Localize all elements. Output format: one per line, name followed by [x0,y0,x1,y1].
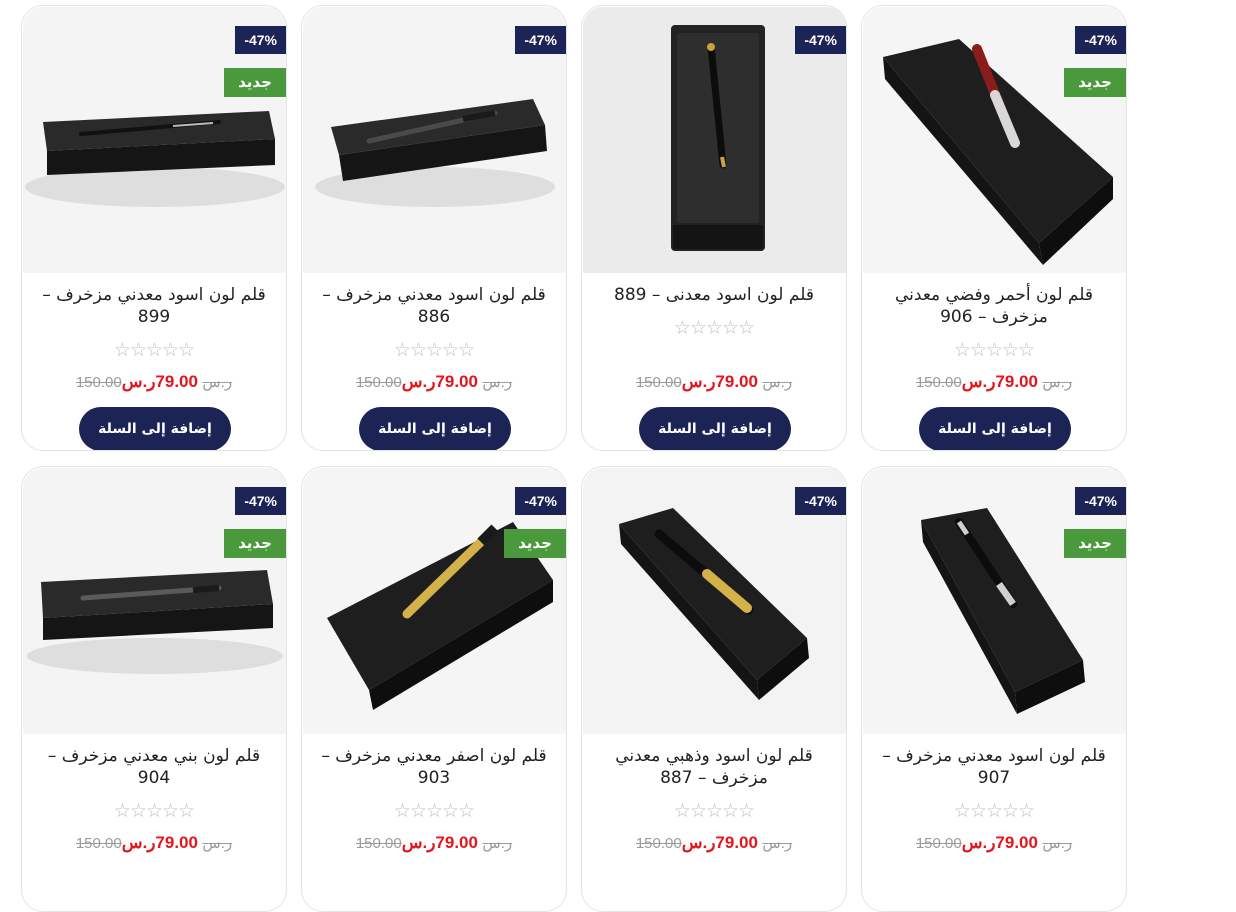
current-price: 79.00ر.س [121,372,198,391]
add-to-cart-button[interactable]: إضافة إلى السلة [639,407,791,450]
discount-badge: -47% [1075,26,1126,54]
product-title[interactable]: قلم لون اسود معدني مزخرف – 907 [870,745,1118,789]
new-badge: جديد [1064,68,1126,97]
product-card[interactable]: -47% جديد قلم لون أحمر وفضي معدني مزخرف … [861,5,1127,451]
current-price: 79.00ر.س [401,372,478,391]
rating-stars: ☆☆☆☆☆ [673,800,755,822]
discount-badge: -47% [515,487,566,515]
rating-stars: ☆☆☆☆☆ [953,339,1035,361]
product-title[interactable]: قلم لون اصفر معدني مزخرف – 903 [310,745,558,789]
discount-badge: -47% [235,487,286,515]
current-price: 79.00ر.س [121,833,198,852]
add-to-cart-button[interactable]: إضافة إلى السلة [79,407,231,450]
current-price: 79.00ر.س [401,833,478,852]
current-price: 79.00ر.س [681,833,758,852]
rating-stars: ☆☆☆☆☆ [113,339,195,361]
new-badge: جديد [504,529,566,558]
discount-badge: -47% [795,26,846,54]
new-badge: جديد [1064,529,1126,558]
rating-stars: ☆☆☆☆☆ [953,800,1035,822]
rating-stars: ☆☆☆☆☆ [393,800,475,822]
current-price: 79.00ر.س [961,833,1038,852]
current-price: 79.00ر.س [961,372,1038,391]
discount-badge: -47% [795,487,846,515]
product-card[interactable]: -47% قلم لون اسود وذهبي معدني مزخرف – 88… [581,466,847,912]
product-card[interactable]: -47% جديد قلم لون اسود معدني مزخرف – 907… [861,466,1127,912]
price-block: 150.00ر.س 79.00ر.س [862,372,1126,392]
price-block: 150.00ر.س 79.00ر.س [22,372,286,392]
new-badge: جديد [224,68,286,97]
product-title[interactable]: قلم لون اسود معدني مزخرف – 886 [310,284,558,328]
product-grid: -47% جديد قلم لون اسود معدني مزخرف – 899… [0,0,1236,912]
product-card[interactable]: -47% قلم لون اسود معدنى – 889 ☆☆☆☆☆ 150.… [581,5,847,451]
product-card[interactable]: -47% جديد قلم لون اصفر معدني مزخرف – 903… [301,466,567,912]
discount-badge: -47% [515,26,566,54]
product-title[interactable]: قلم لون بني معدني مزخرف – 904 [30,745,278,789]
product-card[interactable]: -47% قلم لون اسود معدني مزخرف – 886 ☆☆☆☆… [301,5,567,451]
product-card[interactable]: -47% جديد قلم لون اسود معدني مزخرف – 899… [21,5,287,451]
current-price: 79.00ر.س [681,372,758,391]
price-block: 150.00ر.س 79.00ر.س [302,372,566,392]
new-badge: جديد [224,529,286,558]
price-block: 150.00ر.س 79.00ر.س [582,833,846,853]
add-to-cart-button[interactable]: إضافة إلى السلة [919,407,1071,450]
product-card[interactable]: -47% جديد قلم لون بني معدني مزخرف – 904 … [21,466,287,912]
price-block: 150.00ر.س 79.00ر.س [862,833,1126,853]
discount-badge: -47% [235,26,286,54]
rating-stars: ☆☆☆☆☆ [113,800,195,822]
add-to-cart-button[interactable]: إضافة إلى السلة [359,407,511,450]
price-block: 150.00ر.س 79.00ر.س [302,833,566,853]
rating-stars: ☆☆☆☆☆ [673,317,755,339]
price-block: 150.00ر.س 79.00ر.س [582,372,846,392]
product-title[interactable]: قلم لون اسود معدني مزخرف – 899 [30,284,278,328]
discount-badge: -47% [1075,487,1126,515]
price-block: 150.00ر.س 79.00ر.س [22,833,286,853]
product-title[interactable]: قلم لون اسود معدنى – 889 [590,284,838,306]
product-title[interactable]: قلم لون أحمر وفضي معدني مزخرف – 906 [870,284,1118,328]
rating-stars: ☆☆☆☆☆ [393,339,475,361]
product-title[interactable]: قلم لون اسود وذهبي معدني مزخرف – 887 [590,745,838,789]
